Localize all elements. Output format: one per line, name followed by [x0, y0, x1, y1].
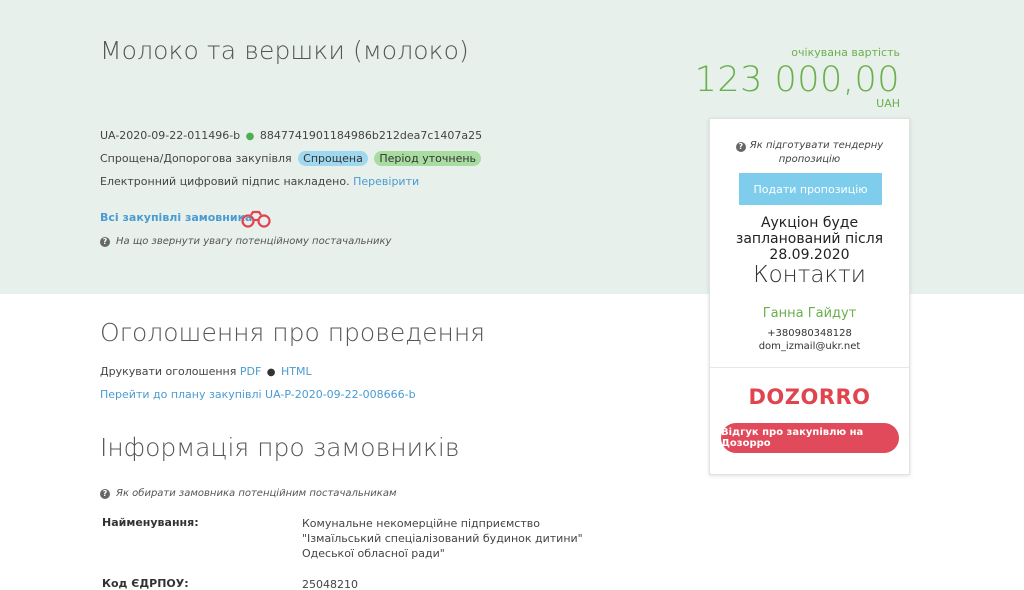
plan-line: Перейти до плану закупівлі UA-P-2020-09-…: [100, 387, 416, 403]
supplier-help[interactable]: ? На що звернути увагу потенційному пост…: [100, 236, 391, 247]
customer-name-line: "Ізмаїльський спеціалізований будинок ди…: [302, 532, 583, 545]
all-purchases-line: Всі закупівлі замовника: [100, 210, 252, 226]
tender-id-line: UA-2020-09-22-011496-b ● 884774190118498…: [100, 128, 482, 145]
expected-value-amount: 123 000,00: [694, 60, 900, 100]
proposal-help-text: Як підготувати тендерну пропозицію: [749, 140, 884, 165]
customer-name-label: Найменування:: [102, 516, 199, 529]
customer-help-text: Як обирати замовника потенційним постача…: [116, 488, 397, 499]
status-badge: Період уточнень: [374, 151, 482, 166]
procurement-plan-link[interactable]: Перейти до плану закупівлі UA-P-2020-09-…: [100, 388, 416, 401]
edrpou-label: Код ЄДРПОУ:: [102, 577, 189, 590]
panel-divider: [710, 367, 909, 368]
signature-text: Електронний цифровий підпис накладено.: [100, 175, 350, 188]
tender-hash: 8847741901184986b212dea7c1407a25: [259, 129, 483, 142]
print-line: Друкувати оголошення PDF ● HTML: [100, 364, 312, 381]
contacts-heading: Контакти: [753, 262, 866, 288]
question-circle-icon: ?: [100, 488, 110, 499]
contact-phone: +380980348128: [767, 328, 852, 339]
edrpou-value: 25048210: [302, 578, 358, 590]
contact-email: dom_izmail@ukr.net: [758, 341, 861, 352]
sidebar-panel: ? Як підготувати тендерну пропозицію Пода…: [709, 118, 910, 475]
all-purchases-link[interactable]: Всі закупівлі замовника: [100, 211, 252, 224]
tender-title: Молоко та вершки (молоко): [100, 36, 469, 65]
question-circle-icon: ?: [735, 142, 746, 152]
submit-proposal-button[interactable]: Подати пропозицію: [739, 173, 882, 205]
dozorro-feedback-button[interactable]: Відгук про закупівлю на Дозорро: [721, 423, 899, 453]
contact-name: Ганна Гайдут: [762, 306, 857, 321]
supplier-help-text: На що звернути увагу потенційному постач…: [116, 236, 392, 247]
print-html-link[interactable]: HTML: [281, 365, 312, 378]
customer-heading: Інформація про замовників: [100, 433, 460, 462]
announcement-heading: Оголошення про проведення: [100, 318, 486, 347]
binoculars-icon[interactable]: [240, 210, 272, 232]
customer-name-line: Одеської обласної ради": [302, 547, 445, 560]
procedure-type: Спрощена/Допорогова закупівля: [100, 152, 292, 165]
expected-value-currency: UAH: [876, 97, 900, 110]
separator-dot-icon: ●: [266, 367, 276, 378]
verify-signature-link[interactable]: Перевірити: [353, 175, 419, 188]
customer-name-line: Комунальне некомерційне підприємство: [302, 517, 540, 530]
tender-id: UA-2020-09-22-011496-b: [100, 129, 241, 142]
proposal-help[interactable]: ? Як підготувати тендерну пропозицію: [710, 139, 909, 167]
customer-name-value: Комунальне некомерційне підприємство "Із…: [302, 516, 583, 561]
signature-line: Електронний цифровий підпис накладено. П…: [100, 174, 419, 190]
expected-value-label: очікувана вартість: [791, 46, 900, 59]
dozorro-logo: DOZORRO: [748, 385, 871, 409]
print-label: Друкувати оголошення: [100, 365, 237, 378]
print-pdf-link[interactable]: PDF: [240, 365, 261, 378]
auction-info: Аукціон буде запланований після 28.09.20…: [735, 215, 884, 263]
procedure-badge: Спрощена: [298, 151, 368, 166]
question-circle-icon: ?: [100, 236, 110, 247]
procedure-line: Спрощена/Допорогова закупівля Спрощена П…: [100, 151, 482, 167]
status-dot-icon: ●: [245, 131, 255, 142]
customer-help[interactable]: ? Як обирати замовника потенційним поста…: [100, 488, 397, 499]
